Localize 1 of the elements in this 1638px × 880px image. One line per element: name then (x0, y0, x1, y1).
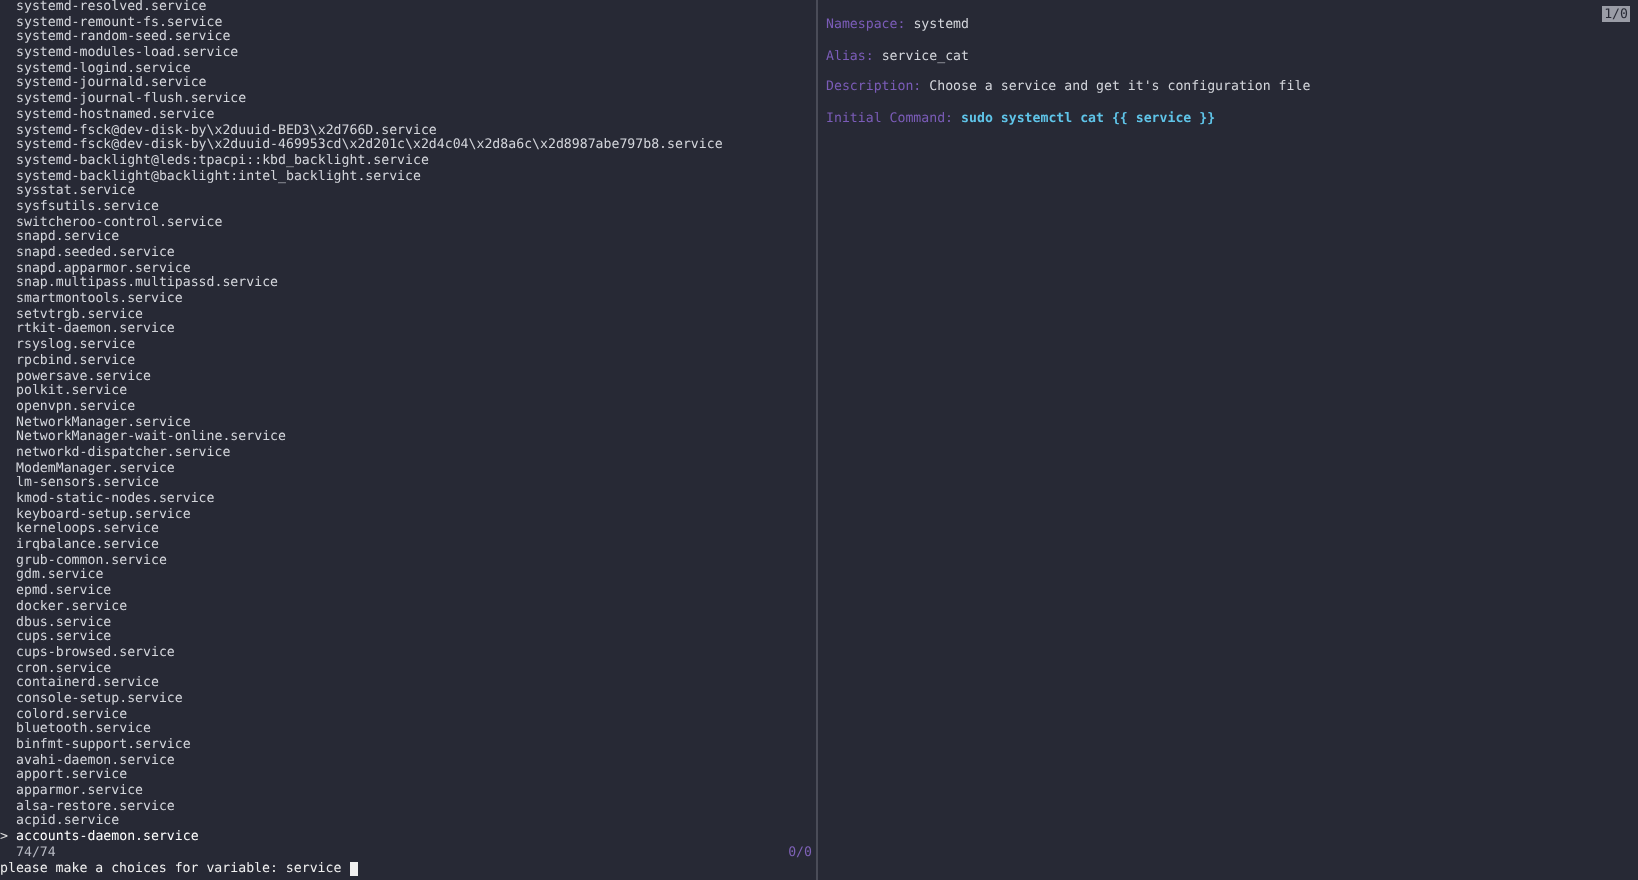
text-cursor (349, 861, 358, 876)
